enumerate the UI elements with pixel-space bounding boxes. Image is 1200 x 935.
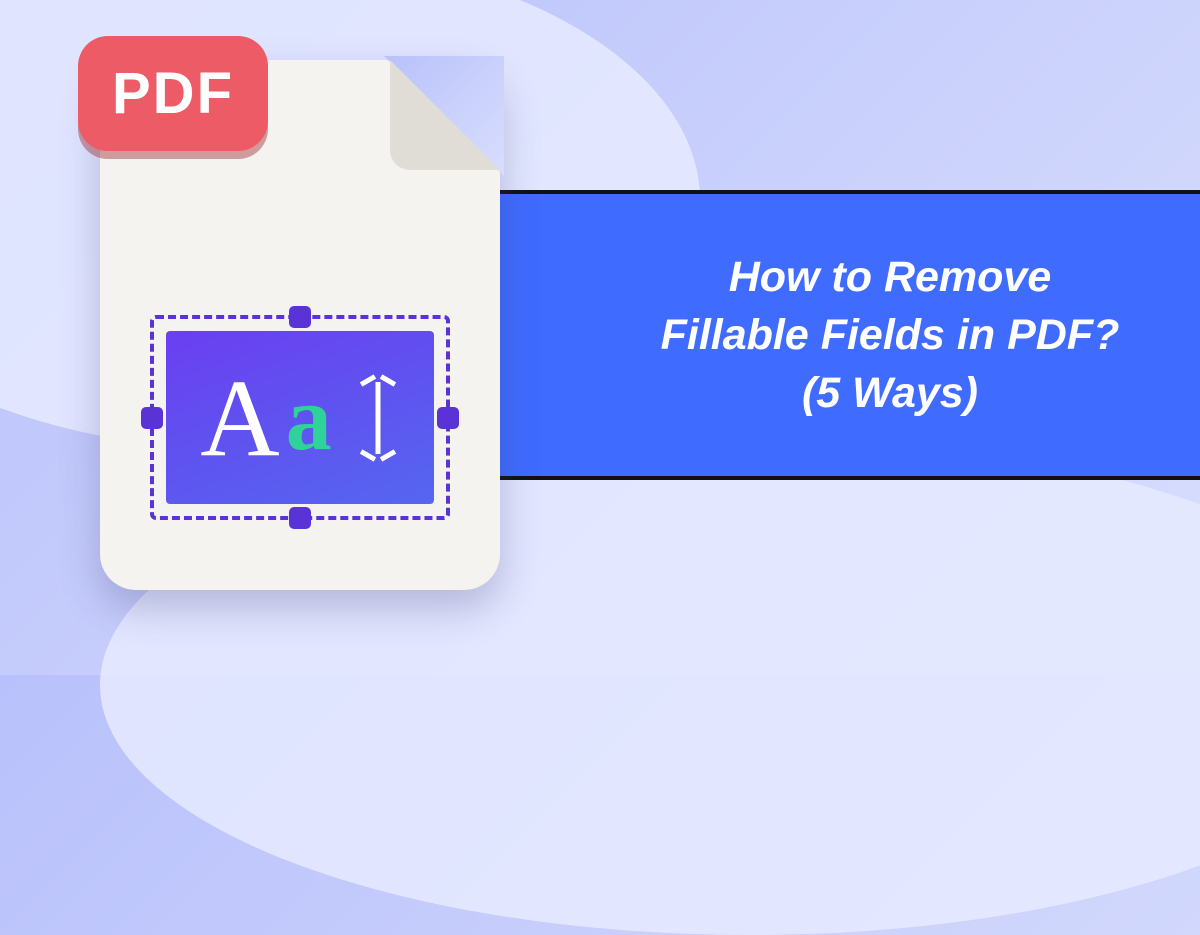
selection-handle-right [437,407,459,429]
pdf-badge: PDF [78,36,268,151]
title-line-2: Fillable Fields in PDF? [661,311,1120,359]
title-banner: How to Remove Fillable Fields in PDF? (5… [480,190,1200,480]
title-text: How to Remove Fillable Fields in PDF? (5… [661,248,1120,422]
selection-handle-left [141,407,163,429]
selection-handle-top [289,306,311,328]
document-icon: PDF A a [100,60,500,590]
title-line-1: How to Remove [729,253,1052,301]
fillable-field-fill: A a [166,331,434,504]
text-cursor-icon [356,368,400,468]
pdf-badge-label: PDF [112,60,234,127]
selection-handle-bottom [289,507,311,529]
glyph-lowercase-a: a [286,372,332,464]
title-line-3: (5 Ways) [802,369,978,417]
glyph-uppercase-a: A [200,363,279,473]
fillable-field-selection: A a [150,315,450,520]
